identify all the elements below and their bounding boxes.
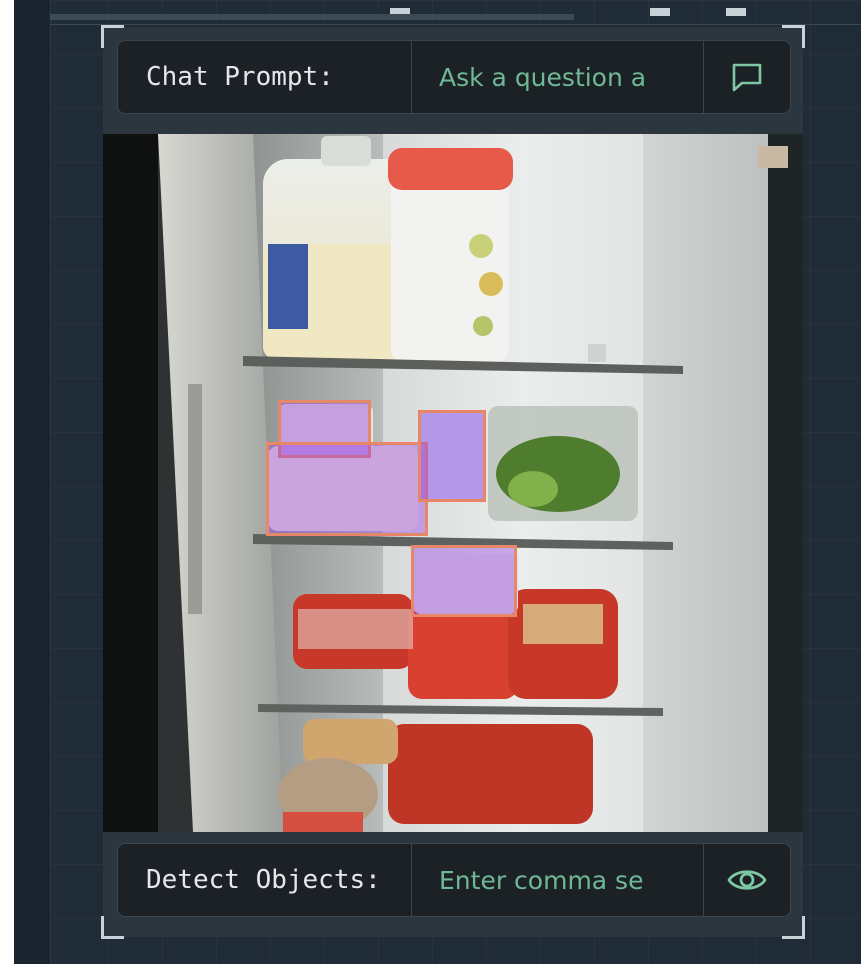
eye-icon <box>727 870 767 890</box>
left-rail <box>14 0 51 964</box>
detect-objects-label: Detect Objects: <box>118 844 412 916</box>
detection-box <box>418 410 486 502</box>
chat-prompt-bar: Chat Prompt: <box>117 40 791 114</box>
chat-prompt-label: Chat Prompt: <box>118 41 412 113</box>
detect-button[interactable] <box>703 844 790 916</box>
chat-prompt-input[interactable] <box>412 41 703 113</box>
detect-objects-input[interactable] <box>412 844 703 916</box>
corner-bracket <box>782 916 805 939</box>
top-tick <box>726 8 746 16</box>
corner-bracket <box>101 916 124 939</box>
detection-box <box>266 442 428 536</box>
detection-box <box>411 545 517 617</box>
camera-view <box>103 134 803 832</box>
top-tick <box>650 8 670 16</box>
send-chat-button[interactable] <box>703 41 790 113</box>
detect-objects-bar: Detect Objects: <box>117 843 791 917</box>
top-progress-bar <box>50 14 574 20</box>
camera-panel: Chat Prompt: Ask a question a Detect Obj… <box>101 25 805 939</box>
window-edge <box>0 0 14 964</box>
chat-bubble-icon <box>732 63 762 92</box>
